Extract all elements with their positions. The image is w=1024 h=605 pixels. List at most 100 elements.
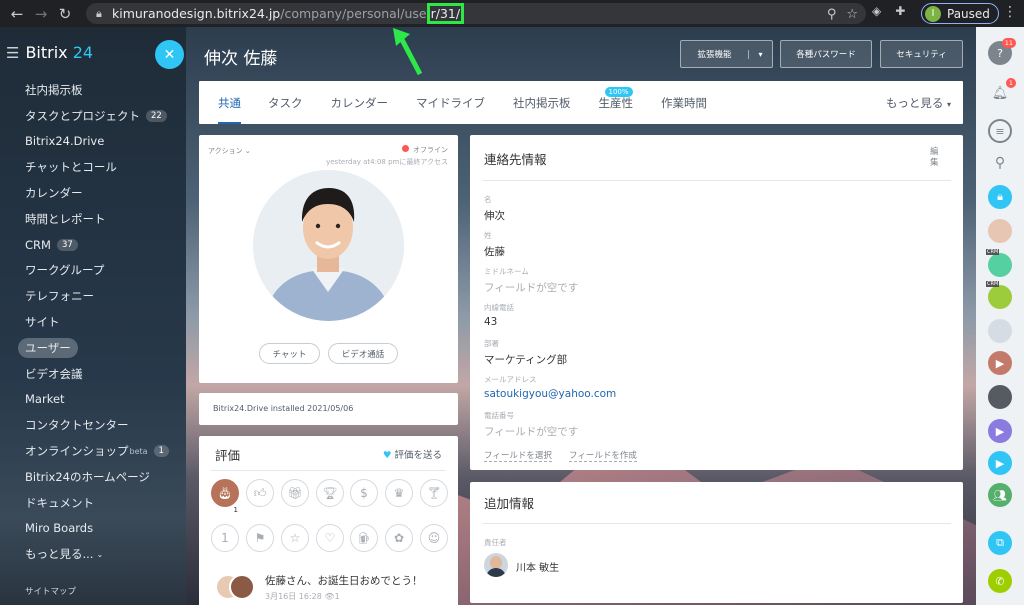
extension-shield-icon[interactable]: ◈ [872,4,881,18]
cocktail-badge-icon[interactable]: 🍸︎ [420,479,448,507]
edit-link[interactable]: 編集 [930,147,940,169]
reload-icon[interactable]: ↻ [53,0,77,27]
sidebar-item-miro[interactable]: Miro Boards [0,516,186,542]
flower-badge-icon[interactable]: ✿ [385,524,413,552]
search-icon[interactable]: ⚲ [988,151,1012,175]
sidebar-item-label: Miro Boards [25,521,94,536]
create-field-link[interactable]: フィールドを作成 [569,449,637,462]
tab-my-drive[interactable]: マイドライブ [404,81,497,124]
sidebar-item-sites[interactable]: サイト [0,309,186,335]
star-badge-icon[interactable]: ☆ [281,524,309,552]
phone-icon[interactable]: ✆ [988,569,1012,593]
profile-photo[interactable] [253,170,404,321]
bitrix-logo[interactable]: ☰ Bitrix 24 [6,43,93,62]
sidebar-menu: 社内掲示板 タスクとプロジェクト 22 Bitrix24.Drive チャットとコ… [0,77,186,567]
video-call-button[interactable]: ビデオ通話 [328,343,398,364]
profile-button[interactable]: I Paused [921,3,999,24]
sidebar-item-users[interactable]: ユーザー [0,335,186,361]
tab-productivity[interactable]: 100% 生産性 [587,81,646,124]
tab-tasks[interactable]: タスク [256,81,315,124]
sidebar-item-drive[interactable]: Bitrix24.Drive [0,129,186,155]
group-chat-icon[interactable]: 👥︎ [988,483,1012,507]
crown-badge-icon[interactable]: ♛ [385,479,413,507]
send-appraisal-link[interactable]: ♥ 評価を送る [383,447,442,461]
forward-arrow-icon[interactable]: → [29,0,53,27]
user-avatar-3[interactable] [988,385,1012,409]
video-chat-icon[interactable]: ▶ [988,351,1012,375]
sidebar-item-feed[interactable]: 社内掲示板 [0,77,186,103]
open-lines-icon[interactable]: ⧉ [988,531,1012,555]
email-link[interactable]: satoukigyou@yahoo.com [484,388,616,400]
address-bar[interactable]: 🔒︎ kimuranodesign.bitrix24.jp/company/pe… [86,3,866,24]
tab-feed[interactable]: 社内掲示板 [501,81,583,124]
eye-icon: 👁︎ [324,592,335,601]
sidebar-item-tasks[interactable]: タスクとプロジェクト 22 [0,103,186,129]
money-bag-badge-icon[interactable]: $ [350,479,378,507]
back-arrow-icon[interactable]: ← [5,0,29,27]
trophy-badge-icon[interactable]: 🏆︎ [316,479,344,507]
actions-menu[interactable]: アクション ⌄ [208,146,251,156]
sidebar-item-calendar[interactable]: カレンダー [0,180,186,206]
manager-name[interactable]: 川本 敏生 [516,559,559,574]
sidebar-item-more[interactable]: もっと見る... ⌄ [0,541,186,567]
thumbs-up-badge-icon[interactable]: 👍︎ [246,479,274,507]
chevron-down-icon[interactable]: ▾ [748,49,772,59]
sidebar-item-crm[interactable]: CRM 37 [0,232,186,258]
extensions-puzzle-icon[interactable]: ✚ [895,4,905,18]
select-fields-link[interactable]: フィールドを選択 [484,449,552,462]
messages-icon[interactable]: ≡ [988,119,1012,143]
tab-calendar[interactable]: カレンダー [319,81,401,124]
actions-label: アクション [208,147,243,155]
zoom-icon[interactable]: ⚲ [827,7,837,22]
sidebar-item-label: ビデオ会議 [25,366,83,381]
sitemap-link[interactable]: サイトマップ [25,585,76,597]
sidebar-item-documents[interactable]: ドキュメント [0,490,186,516]
sidebar-item-time[interactable]: 時間とレポート [0,206,186,232]
chat-button[interactable]: チャット [259,343,320,364]
field-value[interactable]: マーケティング部 [484,352,567,367]
security-button[interactable]: セキュリティ [880,40,963,68]
video-call-icon[interactable]: ▶ [988,419,1012,443]
crm-chat-icon[interactable]: CRM [986,249,1012,277]
user-avatar-2[interactable] [988,319,1012,343]
sidebar-item-telephony[interactable]: テレフォニー [0,283,186,309]
smile-badge-icon[interactable]: ☺ [420,524,448,552]
passwords-button[interactable]: 各種パスワード [780,40,872,68]
profile-tabs: 共通 タスク カレンダー マイドライブ 社内掲示板 100% 生産性 作業時間 も… [199,81,963,124]
tab-general[interactable]: 共通 [206,81,253,124]
video-conference-icon[interactable]: ▶ [988,451,1012,475]
user-avatar-1[interactable] [988,219,1012,243]
flag-badge-icon[interactable]: ⚑ [246,524,274,552]
notifications-bell-icon[interactable]: 🔔︎ 1 [988,78,1016,105]
avatar[interactable] [484,553,508,577]
field-label: 名 [484,195,492,204]
sidebar-item-label: テレフォニー [25,289,94,304]
bookmark-star-icon[interactable]: ☆ [846,7,858,22]
browser-menu-icon[interactable]: ⋮ [1003,4,1017,20]
tab-work-time[interactable]: 作業時間 [649,81,719,124]
sidebar-item-homepage[interactable]: Bitrix24のホームページ [0,464,186,490]
sidebar-item-online-shop[interactable]: オンラインショップ beta 1 [0,438,186,464]
extensions-button[interactable]: 拡張機能 ▾ [680,40,773,68]
sidebar-item-market[interactable]: Market [0,387,186,413]
beer-badge-icon[interactable]: 🍺︎ [350,524,378,552]
appraisal-title: 評価 [215,448,241,463]
post-text[interactable]: 佐藤さん、お誕生日おめでとう！ [265,573,423,588]
lock-icon[interactable]: 🔒︎ [988,185,1012,209]
sidebar-item-contact-center[interactable]: コンタクトセンター [0,412,186,438]
hamburger-icon[interactable]: ☰ [6,44,19,62]
help-icon[interactable]: ? 11 [988,38,1016,65]
sidebar-item-video[interactable]: ビデオ会議 [0,361,186,387]
heart-badge-icon[interactable]: ♡ [316,524,344,552]
sidebar-item-chat[interactable]: チャットとコール [0,154,186,180]
gift-badge-icon[interactable]: 🎁︎ [281,479,309,507]
field-label: 部署 [484,339,499,348]
contact-title: 連絡先情報 [484,152,547,167]
cake-badge-icon[interactable]: 🎂︎ 1 [211,479,240,514]
sidebar-item-workgroups[interactable]: ワークグループ [0,258,186,284]
close-slider-button[interactable]: ✕ [155,40,184,69]
field-label: メールアドレス [484,375,537,384]
tabs-more-button[interactable]: もっと見る ▾ [886,95,951,111]
number-one-badge-icon[interactable]: 1 [211,524,239,552]
crm-chat-icon-2[interactable]: CRM [986,281,1012,309]
